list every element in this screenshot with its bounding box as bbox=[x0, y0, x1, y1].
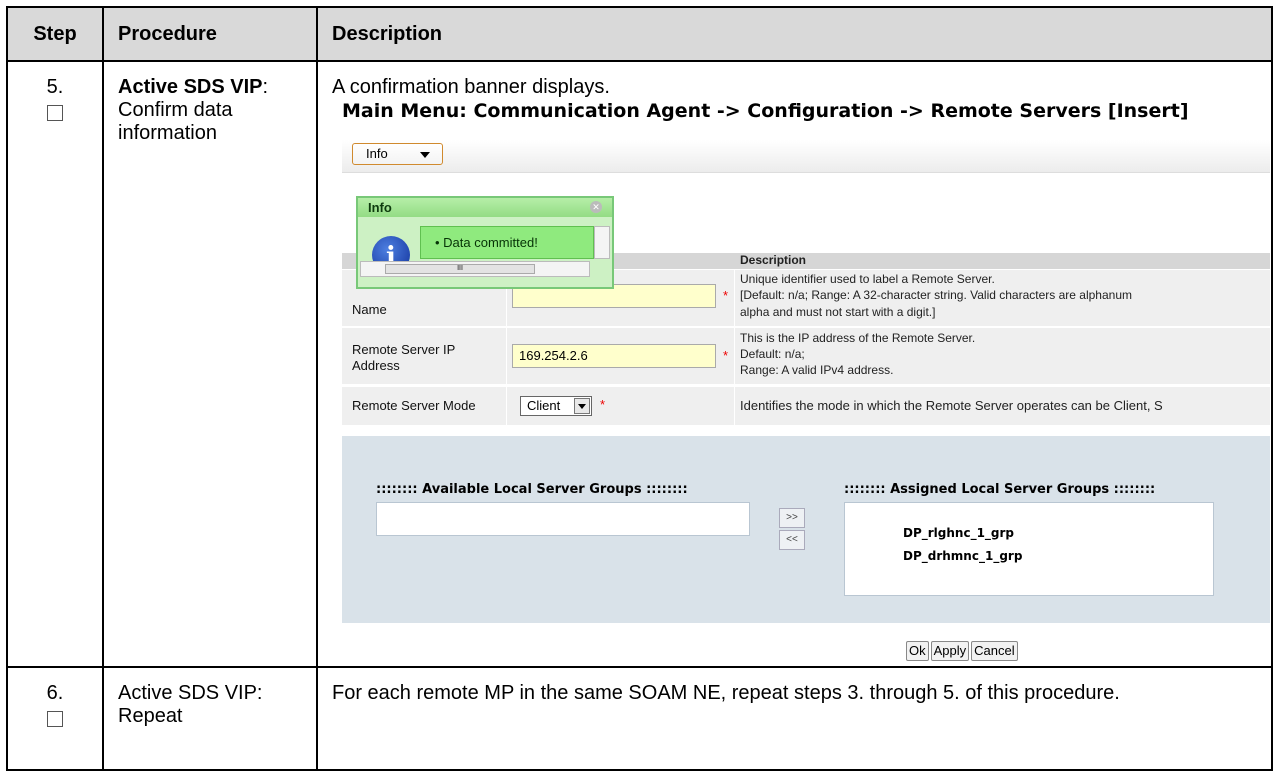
available-groups-list[interactable] bbox=[376, 502, 750, 536]
move-left-button[interactable]: << bbox=[779, 530, 805, 550]
column-divider bbox=[506, 328, 507, 384]
available-groups-title: :::::::: Available Local Server Groups :… bbox=[376, 482, 688, 497]
column-divider bbox=[734, 387, 735, 425]
popup-horizontal-scrollbar[interactable]: III bbox=[360, 261, 590, 277]
popup-message-text: Data committed! bbox=[443, 235, 538, 250]
close-icon[interactable]: ✕ bbox=[590, 201, 602, 213]
step-number: 6. bbox=[46, 682, 64, 704]
column-divider bbox=[734, 270, 735, 326]
mode-select-value: Client bbox=[527, 398, 561, 413]
procedure-cell: Active SDS VIP: Repeat bbox=[102, 666, 318, 771]
chevron-down-icon bbox=[420, 152, 430, 158]
info-dropdown-button[interactable]: Info bbox=[352, 143, 443, 165]
popup-title: Info bbox=[358, 198, 612, 217]
bullet-icon: • bbox=[435, 235, 444, 250]
mode-row: Remote Server Mode Client * Identifies t… bbox=[342, 387, 1270, 425]
description-text: For each remote MP in the same SOAM NE, … bbox=[332, 682, 1120, 704]
name-label: Name bbox=[352, 302, 387, 317]
scrollbar-thumb[interactable]: III bbox=[385, 264, 535, 274]
mode-description: Identifies the mode in which the Remote … bbox=[740, 398, 1163, 413]
table-row: 6. Active SDS VIP: Repeat For each remot… bbox=[6, 666, 1273, 771]
required-marker: * bbox=[723, 348, 729, 363]
assigned-groups-title: :::::::: Assigned Local Server Groups ::… bbox=[844, 482, 1156, 497]
description-column-header: Description bbox=[740, 253, 807, 267]
info-button-label: Info bbox=[366, 146, 388, 161]
ip-description-line2: Default: n/a; bbox=[740, 347, 805, 361]
ip-description-line1: This is the IP address of the Remote Ser… bbox=[740, 331, 976, 345]
step-checkbox[interactable] bbox=[47, 711, 63, 727]
embedded-screenshot: Main Menu: Communication Agent -> Config… bbox=[342, 100, 1270, 667]
assigned-groups-list[interactable]: DP_rlghnc_1_grp DP_drhmnc_1_grp bbox=[844, 502, 1214, 596]
server-groups-panel: :::::::: Available Local Server Groups :… bbox=[342, 436, 1270, 623]
required-marker: * bbox=[723, 288, 729, 303]
popup-vertical-scrollbar[interactable] bbox=[594, 226, 610, 259]
column-divider bbox=[734, 328, 735, 384]
column-divider bbox=[506, 387, 507, 425]
step-cell: 6. bbox=[6, 666, 104, 771]
table-header-row: Step Procedure Description bbox=[6, 6, 1273, 62]
name-description-line3: alpha and must not start with a digit.] bbox=[740, 305, 936, 319]
info-popup: Info ✕ i • Data committed! III bbox=[356, 196, 614, 289]
procedure-bold: Active SDS VIP bbox=[118, 76, 263, 98]
ok-button[interactable]: Ok bbox=[906, 641, 929, 661]
apply-button[interactable]: Apply bbox=[930, 641, 970, 661]
form-buttons: Ok Apply Cancel bbox=[906, 641, 1020, 661]
name-description-line2: [Default: n/a; Range: A 32-character str… bbox=[740, 288, 1132, 302]
ip-address-input[interactable]: 169.254.2.6 bbox=[512, 344, 716, 368]
ip-row: Remote Server IP Address 169.254.2.6 * T… bbox=[342, 328, 1270, 384]
step-cell: 5. bbox=[6, 60, 104, 668]
description-text: A confirmation banner displays. bbox=[332, 76, 610, 98]
mode-label: Remote Server Mode bbox=[352, 398, 476, 413]
list-item[interactable]: DP_drhmnc_1_grp bbox=[903, 549, 1022, 563]
step-number: 5. bbox=[46, 76, 64, 98]
ip-label: Remote Server IP Address bbox=[352, 342, 456, 373]
procedure-text: Active SDS VIP: Repeat bbox=[118, 682, 263, 727]
step-checkbox[interactable] bbox=[47, 105, 63, 121]
procedure-text: Active SDS VIP: Confirm data information bbox=[104, 62, 316, 145]
header-step: Step bbox=[6, 6, 104, 62]
required-marker: * bbox=[600, 397, 606, 412]
header-description: Description bbox=[316, 6, 1273, 62]
ip-description-line3: Range: A valid IPv4 address. bbox=[740, 363, 894, 377]
description-cell: For each remote MP in the same SOAM NE, … bbox=[316, 666, 1273, 771]
cancel-button[interactable]: Cancel bbox=[971, 641, 1018, 661]
popup-message: • Data committed! bbox=[420, 226, 594, 259]
list-item[interactable]: DP_rlghnc_1_grp bbox=[903, 526, 1014, 540]
procedure-cell: Active SDS VIP: Confirm data information bbox=[102, 60, 318, 668]
name-description-line1: Unique identifier used to label a Remote… bbox=[740, 272, 995, 286]
page-title: Main Menu: Communication Agent -> Config… bbox=[342, 100, 1189, 122]
move-right-button[interactable]: >> bbox=[779, 508, 805, 528]
mode-select[interactable]: Client bbox=[520, 396, 592, 416]
header-procedure: Procedure bbox=[102, 6, 318, 62]
chevron-down-icon bbox=[574, 398, 590, 414]
toolbar: Info bbox=[342, 140, 1270, 173]
